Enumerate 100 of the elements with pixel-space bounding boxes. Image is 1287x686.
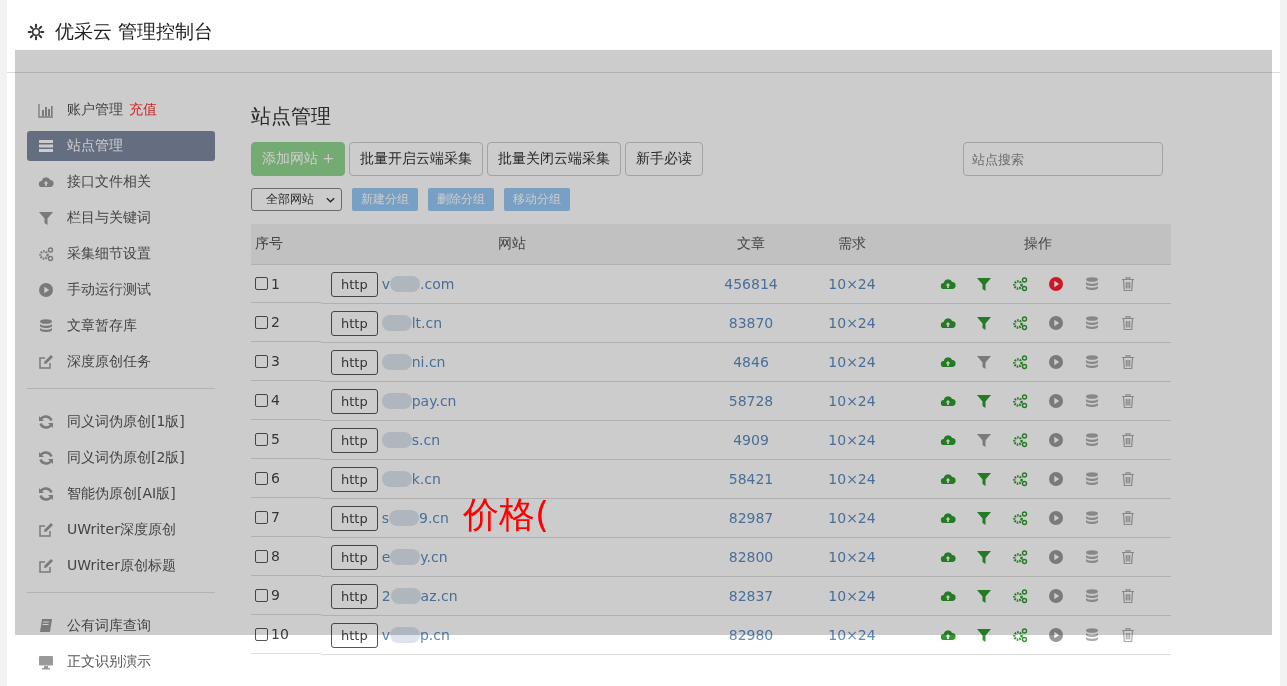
sidebar-item[interactable]: 正文识别演示 xyxy=(27,647,215,677)
demand-value[interactable]: 10×24 xyxy=(828,354,876,370)
database-icon[interactable] xyxy=(1084,354,1100,370)
toolbar-button[interactable]: 批量开启云端采集 xyxy=(349,142,484,176)
protocol-button[interactable]: http xyxy=(331,271,378,297)
demand-value[interactable]: 10×24 xyxy=(828,549,876,565)
cloud-upload-icon[interactable] xyxy=(940,510,956,526)
trash-icon[interactable] xyxy=(1120,549,1136,565)
group-dropdown[interactable]: 全部网站 xyxy=(251,188,342,211)
trash-icon[interactable] xyxy=(1120,471,1136,487)
filter-icon[interactable] xyxy=(976,315,992,331)
sidebar-item[interactable]: 手动运行测试 xyxy=(27,275,215,305)
article-count[interactable]: 82837 xyxy=(728,588,774,604)
database-icon[interactable] xyxy=(1084,588,1100,604)
filter-icon[interactable] xyxy=(976,549,992,565)
protocol-button[interactable]: http xyxy=(331,622,378,648)
cloud-upload-icon[interactable] xyxy=(940,393,956,409)
article-count[interactable]: 456814 xyxy=(724,276,778,292)
gears-icon[interactable] xyxy=(1012,627,1028,643)
trash-icon[interactable] xyxy=(1120,510,1136,526)
play-icon[interactable] xyxy=(1048,549,1064,565)
demand-value[interactable]: 10×24 xyxy=(828,588,876,604)
gears-icon[interactable] xyxy=(1012,471,1028,487)
article-count[interactable]: 82980 xyxy=(728,627,774,643)
trash-icon[interactable] xyxy=(1120,354,1136,370)
article-count[interactable]: 4846 xyxy=(733,354,769,370)
filter-icon[interactable] xyxy=(976,276,992,292)
sidebar-item[interactable]: UWriter原创标题 xyxy=(27,551,215,581)
play-icon[interactable] xyxy=(1048,627,1064,643)
trash-icon[interactable] xyxy=(1120,432,1136,448)
article-count[interactable]: 58728 xyxy=(728,393,774,409)
cloud-upload-icon[interactable] xyxy=(940,276,956,292)
gears-icon[interactable] xyxy=(1012,315,1028,331)
protocol-button[interactable]: http xyxy=(331,388,378,414)
database-icon[interactable] xyxy=(1084,471,1100,487)
database-icon[interactable] xyxy=(1084,432,1100,448)
cloud-upload-icon[interactable] xyxy=(940,432,956,448)
row-checkbox[interactable] xyxy=(255,432,268,446)
trash-icon[interactable] xyxy=(1120,276,1136,292)
sidebar-item[interactable]: 同义词伪原创[2版] xyxy=(27,443,215,473)
protocol-button[interactable]: http xyxy=(331,505,378,531)
demand-value[interactable]: 10×24 xyxy=(828,315,876,331)
gears-icon[interactable] xyxy=(1012,276,1028,292)
database-icon[interactable] xyxy=(1084,393,1100,409)
protocol-button[interactable]: http xyxy=(331,349,378,375)
database-icon[interactable] xyxy=(1084,549,1100,565)
database-icon[interactable] xyxy=(1084,315,1100,331)
demand-value[interactable]: 10×24 xyxy=(828,627,876,643)
cloud-upload-icon[interactable] xyxy=(940,471,956,487)
sidebar-item[interactable]: UWriter深度原创 xyxy=(27,515,215,545)
cloud-upload-icon[interactable] xyxy=(940,627,956,643)
toolbar-button[interactable]: 新手必读 xyxy=(625,142,704,176)
protocol-button[interactable]: http xyxy=(331,427,378,453)
filter-icon[interactable] xyxy=(976,510,992,526)
article-count[interactable]: 82987 xyxy=(728,510,774,526)
gears-icon[interactable] xyxy=(1012,432,1028,448)
demand-value[interactable]: 10×24 xyxy=(828,510,876,526)
gears-icon[interactable] xyxy=(1012,588,1028,604)
row-checkbox[interactable] xyxy=(255,549,268,563)
row-checkbox[interactable] xyxy=(255,315,268,329)
sidebar-item[interactable]: 文章暂存库 xyxy=(27,311,215,341)
database-icon[interactable] xyxy=(1084,510,1100,526)
play-icon[interactable] xyxy=(1048,588,1064,604)
sidebar-item[interactable]: 采集细节设置 xyxy=(27,239,215,269)
sidebar-item[interactable]: 智能伪原创[AI版] xyxy=(27,479,215,509)
play-icon[interactable] xyxy=(1048,315,1064,331)
gears-icon[interactable] xyxy=(1012,354,1028,370)
gears-icon[interactable] xyxy=(1012,549,1028,565)
trash-icon[interactable] xyxy=(1120,588,1136,604)
demand-value[interactable]: 10×24 xyxy=(828,432,876,448)
sidebar-item[interactable]: 同义词伪原创[1版] xyxy=(27,407,215,437)
row-checkbox[interactable] xyxy=(255,354,268,368)
play-icon[interactable] xyxy=(1048,471,1064,487)
filter-icon[interactable] xyxy=(976,588,992,604)
protocol-button[interactable]: http xyxy=(331,583,378,609)
filter-icon[interactable] xyxy=(976,354,992,370)
filter-icon[interactable] xyxy=(976,627,992,643)
trash-icon[interactable] xyxy=(1120,393,1136,409)
play-icon[interactable] xyxy=(1048,276,1064,292)
cloud-upload-icon[interactable] xyxy=(940,588,956,604)
demand-value[interactable]: 10×24 xyxy=(828,471,876,487)
cloud-upload-icon[interactable] xyxy=(940,315,956,331)
play-icon[interactable] xyxy=(1048,432,1064,448)
filter-icon[interactable] xyxy=(976,393,992,409)
sidebar-item[interactable]: 深度原创任务 xyxy=(27,347,215,377)
row-checkbox[interactable] xyxy=(255,588,268,602)
database-icon[interactable] xyxy=(1084,276,1100,292)
row-checkbox[interactable] xyxy=(255,471,268,485)
sidebar-item[interactable]: 栏目与关键词 xyxy=(27,203,215,233)
row-checkbox[interactable] xyxy=(255,277,268,290)
article-count[interactable]: 82800 xyxy=(728,549,774,565)
recharge-link[interactable]: 充值 xyxy=(129,101,157,119)
search-field[interactable]: 站点搜索 xyxy=(963,142,1163,176)
play-icon[interactable] xyxy=(1048,393,1064,409)
demand-value[interactable]: 10×24 xyxy=(828,393,876,409)
row-checkbox[interactable] xyxy=(255,393,268,407)
protocol-button[interactable]: http xyxy=(331,544,378,570)
gears-icon[interactable] xyxy=(1012,510,1028,526)
cloud-upload-icon[interactable] xyxy=(940,549,956,565)
sidebar-item[interactable]: 公有词库查询 xyxy=(27,611,215,641)
